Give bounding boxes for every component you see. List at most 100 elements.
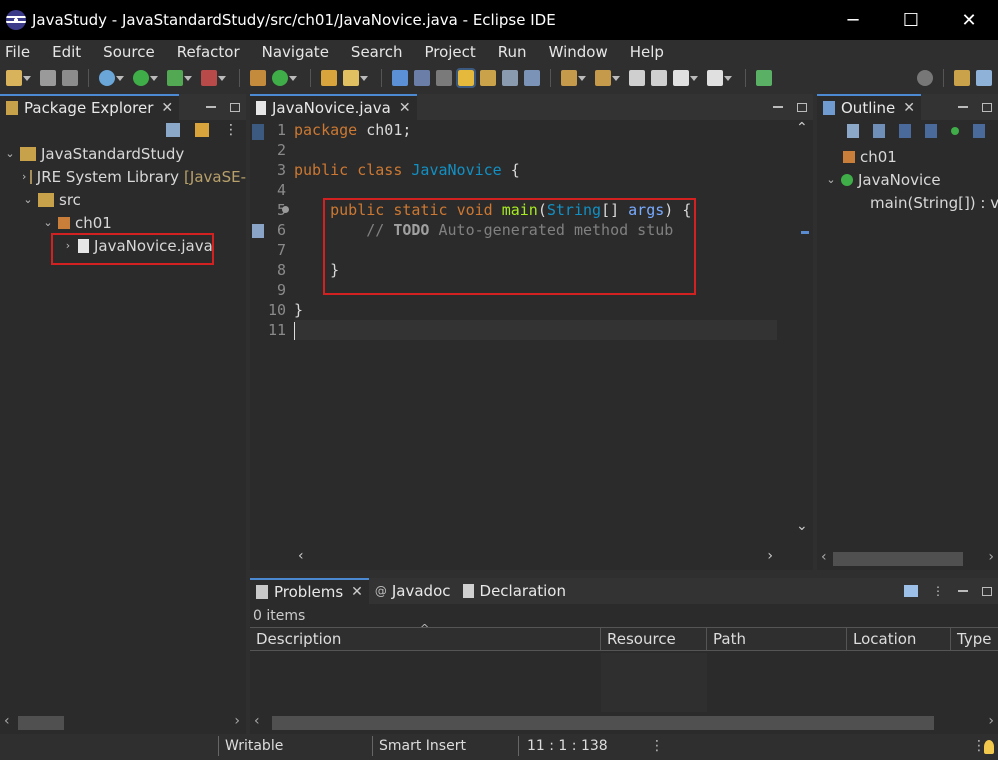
chevron-up-icon[interactable]: ⌃ — [796, 120, 808, 136]
forward-edit-icon[interactable] — [651, 70, 667, 86]
menu-edit[interactable]: Edit — [47, 43, 94, 61]
hide-static-icon[interactable] — [925, 124, 937, 138]
column-path[interactable]: Path — [707, 628, 847, 650]
menu-search[interactable]: Search — [346, 43, 416, 61]
link-editor-icon[interactable] — [195, 123, 209, 137]
perspective-icon[interactable] — [954, 70, 970, 86]
maximize-view-icon[interactable] — [230, 102, 240, 112]
status-cursor-position[interactable]: 11 : 1 : 138 — [527, 738, 608, 754]
tip-bulb-icon[interactable] — [984, 740, 994, 754]
menu-source[interactable]: Source — [98, 43, 168, 61]
scroll-left-icon[interactable]: ‹ — [254, 713, 260, 729]
filter-icon[interactable] — [904, 585, 918, 597]
collapse-all-icon[interactable] — [847, 124, 859, 138]
new-class-icon[interactable] — [272, 70, 297, 86]
scroll-left-icon[interactable]: ‹ — [298, 548, 304, 564]
tab-package-explorer[interactable]: Package Explorer ✕ — [0, 94, 180, 120]
word-wrap-icon[interactable] — [480, 70, 496, 86]
vertical-scrollbar[interactable]: ⌃ ⌄ — [791, 120, 813, 534]
status-insert-mode[interactable]: Smart Insert — [379, 738, 466, 754]
column-location[interactable]: Location — [847, 628, 951, 650]
highlight-icon[interactable] — [456, 68, 476, 88]
horizontal-scrollbar[interactable]: ‹ › — [0, 712, 246, 732]
paragraph-icon[interactable] — [524, 70, 540, 86]
debug-icon[interactable] — [99, 70, 124, 86]
outline-item-class[interactable]: ⌄ JavaNovice — [817, 168, 998, 191]
coverage-icon[interactable] — [167, 70, 192, 86]
view-menu-icon[interactable]: ⋮ — [932, 584, 944, 598]
hide-fields-icon[interactable] — [899, 124, 911, 138]
tab-outline[interactable]: Outline ✕ — [817, 94, 921, 120]
outline-item-package[interactable]: ch01 — [817, 145, 998, 168]
chevron-down-icon[interactable]: ⌄ — [796, 518, 808, 534]
overview-ruler-marker[interactable] — [801, 231, 809, 234]
minimize-view-icon[interactable] — [958, 590, 968, 592]
minimize-view-icon[interactable] — [206, 106, 216, 108]
forward-icon[interactable] — [707, 70, 732, 86]
maximize-view-icon[interactable] — [797, 102, 807, 112]
view-menu-icon[interactable]: ⋮ — [224, 122, 238, 138]
scroll-thumb[interactable] — [18, 716, 64, 730]
hide-local-types-icon[interactable] — [973, 124, 985, 138]
menu-navigate[interactable]: Navigate — [257, 43, 342, 61]
scroll-right-icon[interactable]: › — [234, 713, 240, 729]
toggle-breadcrumb-icon[interactable] — [392, 70, 408, 86]
scroll-right-icon[interactable]: › — [988, 549, 994, 565]
fold-toggle-icon[interactable] — [282, 206, 289, 213]
scroll-thumb[interactable] — [833, 552, 963, 566]
tree-item-jre[interactable]: › JRE System Library [JavaSE- — [0, 165, 246, 188]
scroll-left-icon[interactable]: ‹ — [821, 549, 827, 565]
chevron-down-icon[interactable]: ⌄ — [825, 173, 837, 186]
sort-icon[interactable] — [873, 124, 885, 138]
maximize-button[interactable]: ☐ — [882, 0, 940, 40]
menu-window[interactable]: Window — [544, 43, 621, 61]
close-icon[interactable]: ✕ — [399, 100, 411, 116]
column-description[interactable]: Description ^ — [250, 622, 601, 650]
horizontal-scrollbar[interactable]: ‹ › — [250, 712, 998, 732]
column-type[interactable]: Type — [951, 628, 998, 650]
previous-annotation-icon[interactable] — [595, 70, 620, 86]
search-icon[interactable] — [917, 70, 933, 86]
save-icon[interactable] — [40, 70, 56, 86]
tree-item-package[interactable]: ⌄ ch01 — [0, 211, 246, 234]
chevron-down-icon[interactable]: ⌄ — [22, 193, 34, 206]
status-menu-icon[interactable]: ⋮ — [650, 738, 664, 754]
maximize-view-icon[interactable] — [982, 102, 992, 112]
pin-editor-icon[interactable] — [756, 70, 772, 86]
menu-project[interactable]: Project — [419, 43, 488, 61]
minimize-view-icon[interactable] — [958, 106, 968, 108]
last-edit-icon[interactable] — [629, 70, 645, 86]
show-whitespace-icon[interactable] — [502, 70, 518, 86]
horizontal-scrollbar[interactable]: ‹ › — [817, 548, 998, 568]
run-icon[interactable] — [133, 70, 158, 86]
scroll-left-icon[interactable]: ‹ — [4, 713, 10, 729]
toggle-mark-occurrences-icon[interactable] — [414, 70, 430, 86]
chevron-right-icon[interactable]: › — [22, 170, 26, 183]
new-icon[interactable] — [6, 70, 31, 86]
collapse-all-icon[interactable] — [166, 123, 180, 137]
code-area[interactable]: package ch01; public class JavaNovice { … — [294, 120, 777, 534]
minimize-button[interactable]: ─ — [824, 0, 882, 40]
tab-editor-file[interactable]: JavaNovice.java ✕ — [250, 94, 417, 120]
open-type-icon[interactable] — [321, 70, 337, 86]
menu-file[interactable]: File — [0, 43, 43, 61]
horizontal-scrollbar[interactable]: ‹ › — [294, 548, 777, 568]
outline-item-method[interactable]: main(String[]) : v — [817, 191, 998, 214]
minimize-view-icon[interactable] — [773, 106, 783, 108]
close-icon[interactable]: ✕ — [351, 584, 363, 600]
tab-declaration[interactable]: Declaration — [457, 578, 572, 604]
external-tools-icon[interactable] — [201, 70, 226, 86]
chevron-down-icon[interactable]: ⌄ — [4, 147, 16, 160]
menu-refactor[interactable]: Refactor — [172, 43, 253, 61]
tree-item-project[interactable]: ⌄ JavaStandardStudy — [0, 142, 246, 165]
java-perspective-icon[interactable] — [976, 70, 992, 86]
menu-help[interactable]: Help — [625, 43, 677, 61]
scroll-right-icon[interactable]: › — [767, 548, 773, 564]
new-java-project-icon[interactable] — [250, 70, 266, 86]
tab-javadoc[interactable]: @ Javadoc — [369, 578, 457, 604]
back-icon[interactable] — [673, 70, 698, 86]
block-selection-icon[interactable] — [436, 70, 452, 86]
column-resource[interactable]: Resource — [601, 628, 707, 650]
next-annotation-icon[interactable] — [561, 70, 586, 86]
save-all-icon[interactable] — [62, 70, 78, 86]
